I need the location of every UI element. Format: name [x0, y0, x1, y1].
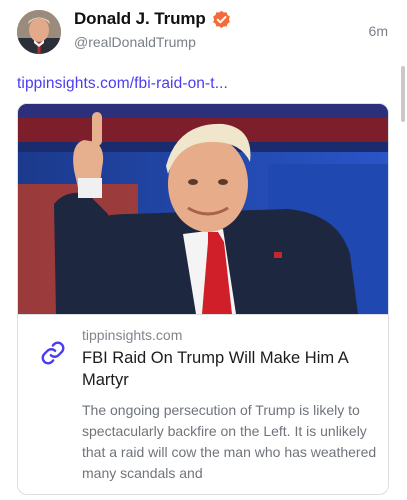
card-domain: tippinsights.com: [82, 327, 183, 343]
card-image[interactable]: [18, 104, 388, 314]
display-name[interactable]: Donald J. Trump: [74, 9, 206, 29]
card-description: The ongoing persecution of Trump is like…: [82, 402, 377, 481]
card-title[interactable]: FBI Raid On Trump Will Make Him A Martyr: [82, 347, 372, 391]
card-divider: [18, 314, 388, 315]
verified-badge-icon: [212, 10, 231, 29]
link-icon: [40, 340, 66, 366]
post-header: Donald J. Trump @realDonaldTrump 6m: [0, 0, 407, 60]
post-link[interactable]: tippinsights.com/fbi-raid-on-t...: [17, 75, 228, 93]
scrollbar[interactable]: [401, 66, 405, 122]
display-name-row: Donald J. Trump: [74, 9, 231, 29]
timestamp[interactable]: 6m: [369, 23, 388, 39]
link-preview-card[interactable]: tippinsights.com FBI Raid On Trump Will …: [17, 103, 389, 495]
handle[interactable]: @realDonaldTrump: [74, 34, 196, 50]
avatar[interactable]: [17, 10, 61, 54]
